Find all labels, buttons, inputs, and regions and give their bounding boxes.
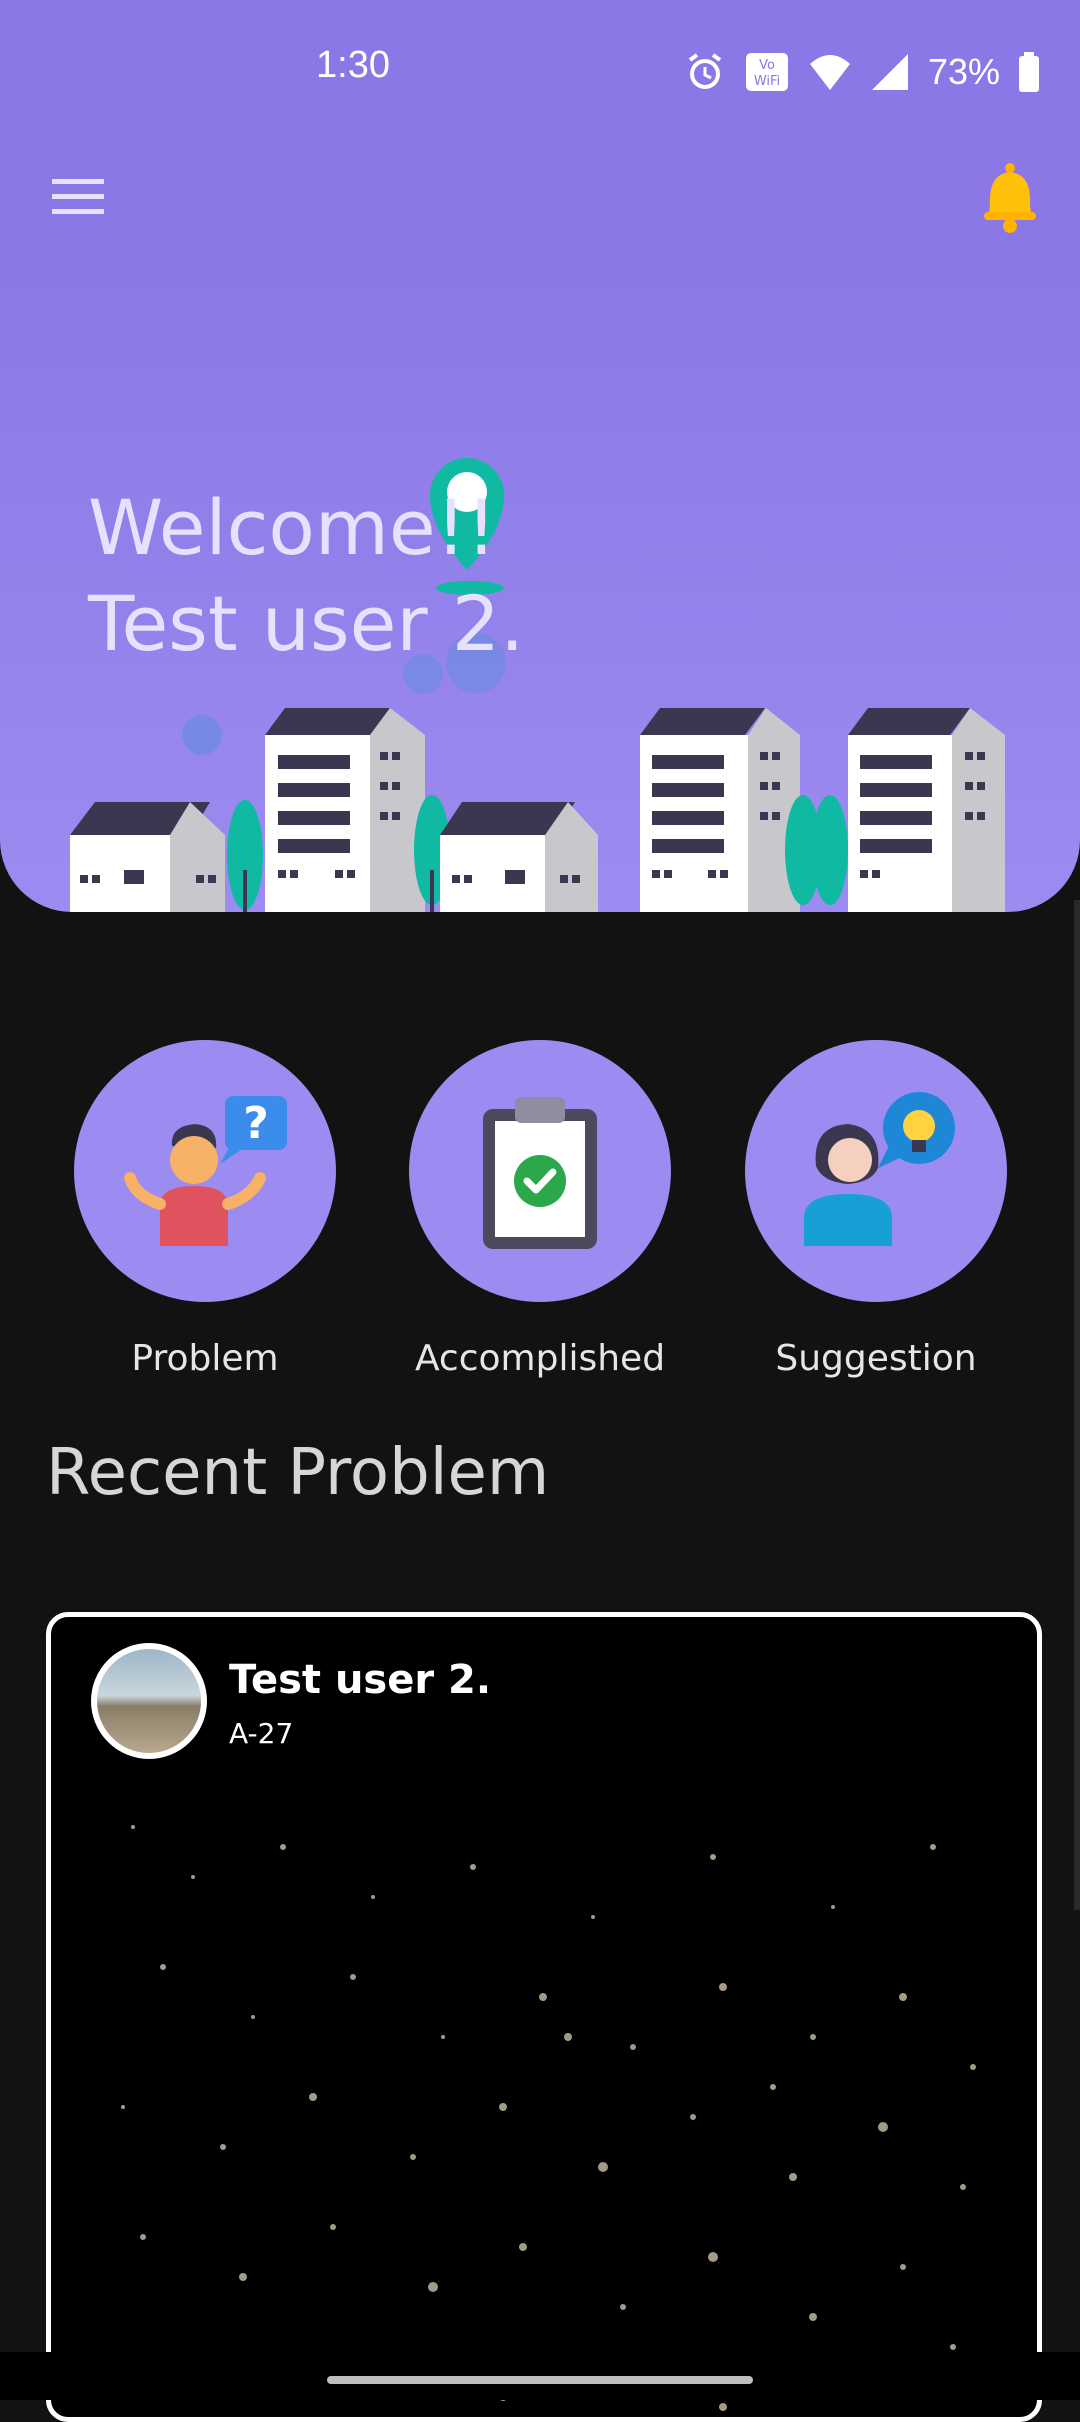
idea-person-icon — [804, 1092, 955, 1246]
bell-icon — [984, 163, 1036, 233]
confused-person-icon: ? — [124, 1096, 287, 1246]
suggestion-label: Suggestion — [775, 1338, 977, 1379]
welcome-banner: Welcome!! Test user 2. — [0, 270, 1080, 912]
svg-text:WiFi: WiFi — [754, 74, 780, 89]
hamburger-menu-icon — [52, 179, 104, 214]
avatar[interactable] — [91, 1643, 207, 1759]
svg-text:Vo: Vo — [759, 58, 775, 73]
card-subtitle: A-27 — [229, 1717, 294, 1750]
problem-label: Problem — [131, 1338, 279, 1379]
welcome-text: Welcome!! Test user 2. — [88, 480, 524, 672]
suggestion-circle — [745, 1040, 1007, 1302]
svg-text:?: ? — [243, 1098, 269, 1149]
battery-percent: 73% — [927, 51, 1000, 92]
clipboard-check-icon — [483, 1097, 597, 1249]
problem-circle: ? — [74, 1040, 336, 1302]
battery-icon — [1019, 52, 1039, 92]
card-user-name: Test user 2. — [229, 1657, 492, 1703]
accomplished-label: Accomplished — [414, 1338, 666, 1379]
recent-problem-heading: Recent Problem — [46, 1436, 550, 1510]
accomplished-button[interactable]: Accomplished — [409, 1040, 671, 1379]
recent-problem-card[interactable]: Test user 2. A-27 — [46, 1612, 1042, 2422]
alarm-icon — [688, 53, 722, 89]
accomplished-circle — [409, 1040, 671, 1302]
problem-button[interactable]: ? Problem — [74, 1040, 336, 1379]
signal-icon — [871, 54, 908, 90]
status-bar: 1:30 Vo WiFi 73% — [0, 0, 1080, 140]
problem-photo[interactable] — [73, 1787, 1015, 2422]
wifi-icon — [809, 55, 850, 90]
menu-button[interactable] — [48, 175, 108, 219]
suggestion-button[interactable]: Suggestion — [745, 1040, 1007, 1379]
user-name-line: Test user 2. — [88, 579, 525, 668]
notifications-button[interactable] — [978, 160, 1042, 234]
status-icons: Vo WiFi 73% — [684, 44, 1040, 100]
scrollbar[interactable] — [1074, 900, 1080, 1910]
app-bar — [0, 140, 1080, 280]
home-gesture-handle[interactable] — [327, 2376, 753, 2384]
welcome-line: Welcome!! — [88, 483, 497, 572]
status-time: 1:30 — [316, 44, 390, 86]
vowifi-icon: Vo WiFi — [745, 53, 788, 91]
